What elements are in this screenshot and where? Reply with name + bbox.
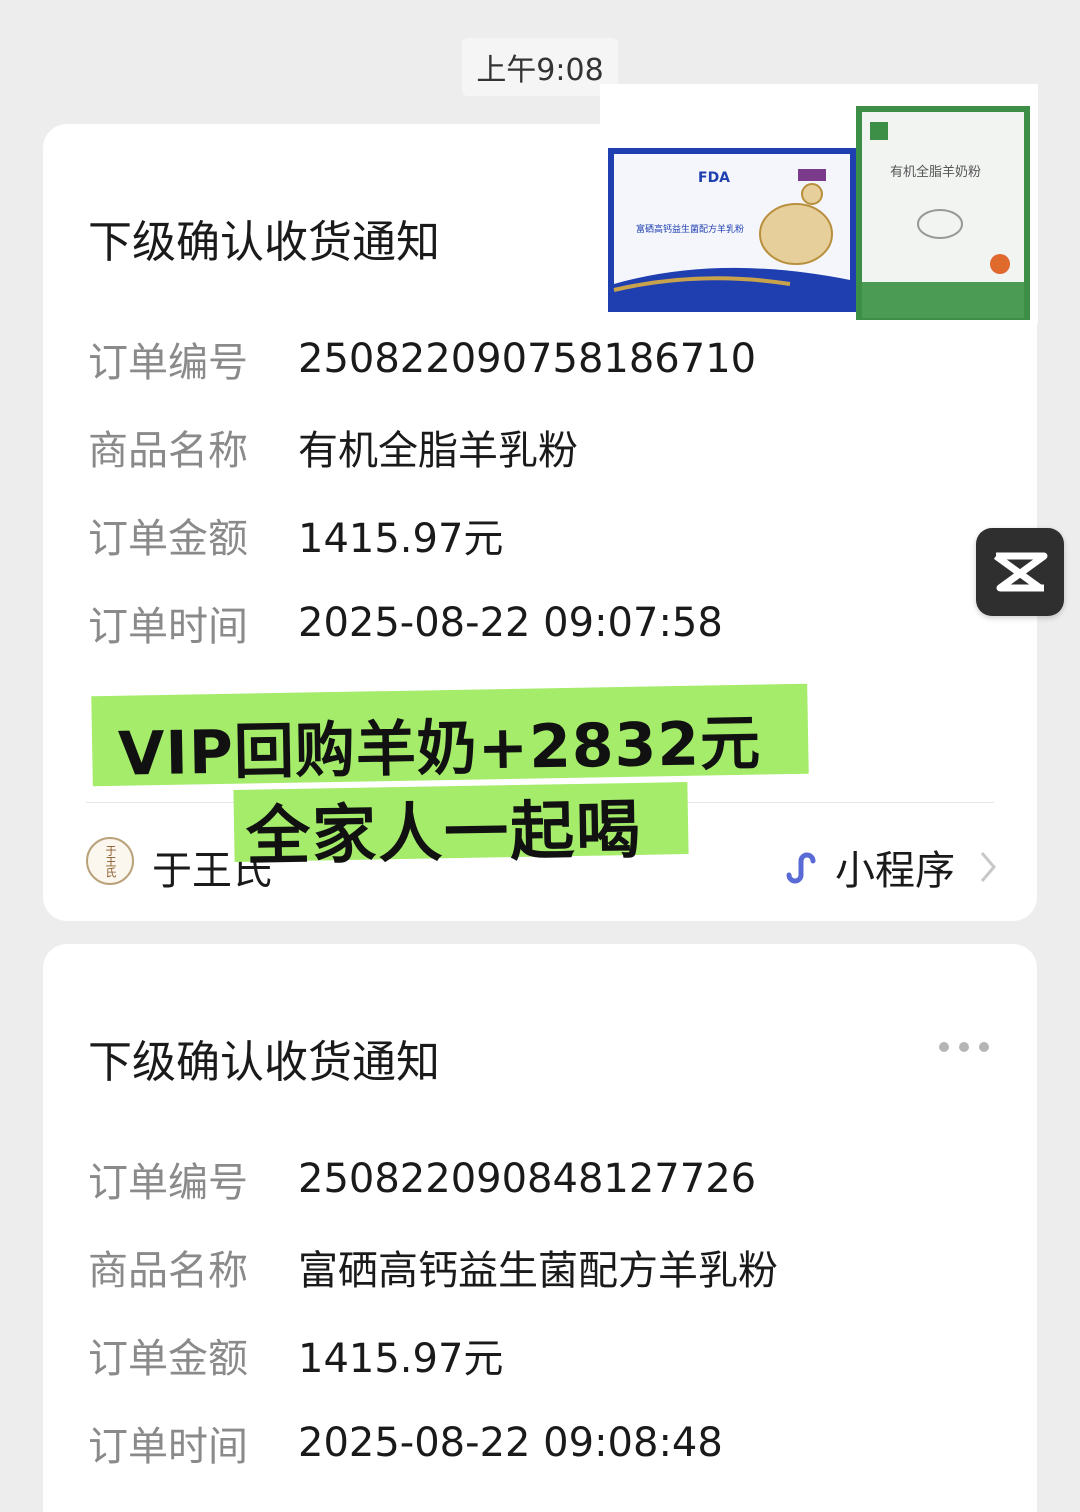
order-number-row: 订单编号 250822090848127726 <box>88 1154 757 1206</box>
caption-line-1: VIP回购羊奶+2832元 <box>117 708 762 790</box>
box1-brand: FDA <box>698 170 730 186</box>
capcut-button[interactable] <box>976 528 1064 616</box>
order-time-value: 2025-08-22 09:07:58 <box>298 600 723 646</box>
product-name-value: 有机全脂羊乳粉 <box>298 428 578 474</box>
notification-card-2[interactable]: 下级确认收货通知 订单编号 250822090848127726 商品名称 富硒… <box>43 944 1037 1512</box>
card-title: 下级确认收货通知 <box>88 217 440 268</box>
more-icon[interactable] <box>939 1042 989 1052</box>
avatar-text: 于王氏 <box>104 844 117 878</box>
product-image: FDA 富硒高钙益生菌配方羊乳粉 有机全脂羊奶粉 <box>600 84 1038 324</box>
mini-program-label: 小程序 <box>835 848 955 894</box>
chevron-right-icon <box>980 852 996 882</box>
product-name-label: 商品名称 <box>88 428 248 474</box>
order-time-label: 订单时间 <box>88 1424 248 1470</box>
product-name-row: 商品名称 有机全脂羊乳粉 <box>88 422 578 474</box>
order-time-row: 订单时间 2025-08-22 09:08:48 <box>88 1418 723 1470</box>
mini-program-link[interactable]: 小程序 <box>779 838 997 896</box>
order-number-value: 250822090848127726 <box>298 1156 757 1202</box>
order-amount-row: 订单金额 1415.97元 <box>88 1330 503 1382</box>
order-time-row: 订单时间 2025-08-22 09:07:58 <box>88 598 723 650</box>
order-number-value: 250822090758186710 <box>298 336 757 382</box>
product-name-label: 商品名称 <box>88 1248 248 1294</box>
chat-page: 上午9:08 下级确认收货通知 订单编号 250822090758186710 … <box>0 0 1080 1512</box>
message-timestamp: 上午9:08 <box>462 38 618 96</box>
box1-title: 富硒高钙益生菌配方羊乳粉 <box>636 223 744 235</box>
product-name-value: 富硒高钙益生菌配方羊乳粉 <box>298 1248 778 1294</box>
box2-title: 有机全脂羊奶粉 <box>890 164 981 180</box>
order-amount-label: 订单金额 <box>88 516 248 562</box>
order-amount-row: 订单金额 1415.97元 <box>88 510 503 562</box>
product-name-row: 商品名称 富硒高钙益生菌配方羊乳粉 <box>88 1242 778 1294</box>
caption-line-2: 全家人一起喝 <box>245 793 643 875</box>
card-title: 下级确认收货通知 <box>88 1037 440 1088</box>
avatar: 于王氏 <box>86 837 134 885</box>
order-amount-value: 1415.97元 <box>298 516 504 562</box>
order-number-label: 订单编号 <box>88 340 248 386</box>
order-number-row: 订单编号 250822090758186710 <box>88 334 757 386</box>
order-time-value: 2025-08-22 09:08:48 <box>298 1420 723 1466</box>
order-amount-label: 订单金额 <box>88 1336 248 1382</box>
order-number-label: 订单编号 <box>88 1160 248 1206</box>
order-time-label: 订单时间 <box>88 604 248 650</box>
mini-program-icon <box>786 852 816 884</box>
order-amount-value: 1415.97元 <box>298 1336 504 1382</box>
capcut-icon <box>993 552 1048 592</box>
